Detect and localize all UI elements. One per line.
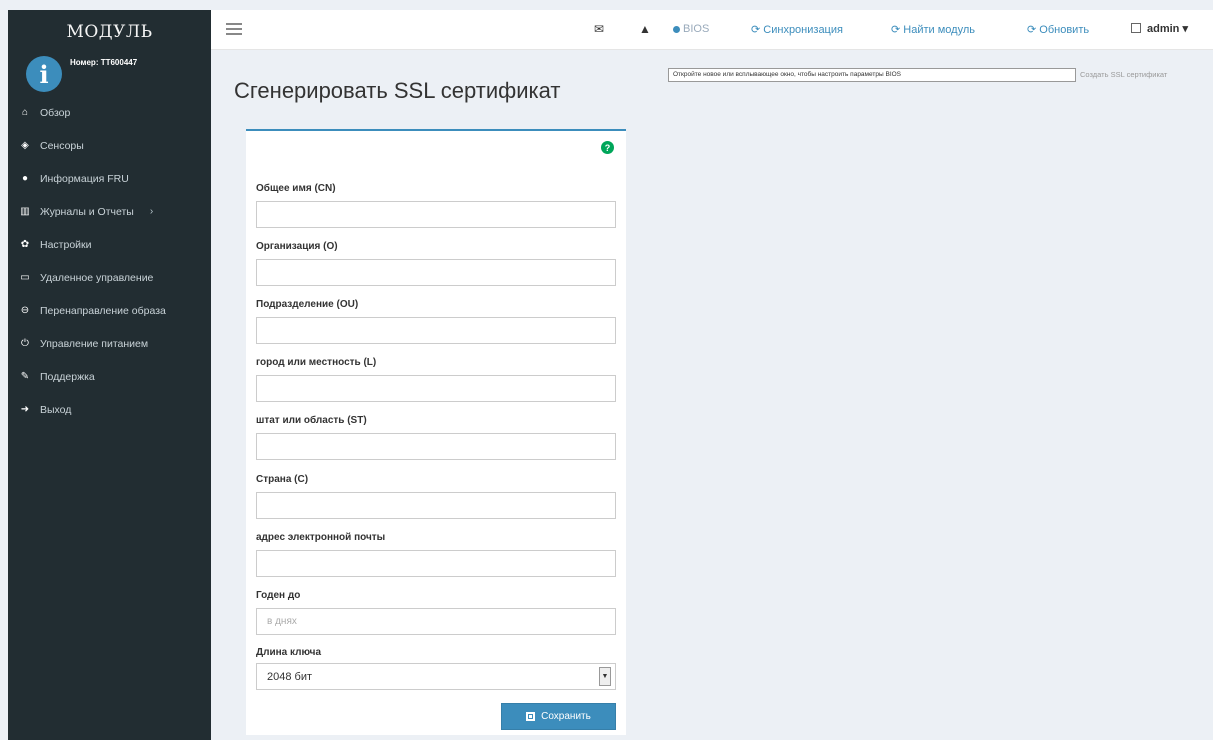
sensors-icon: ◈ [21, 140, 29, 151]
user-menu[interactable]: admin ▾ [1131, 22, 1188, 35]
organization-input[interactable] [256, 259, 616, 286]
country-input[interactable] [256, 492, 616, 519]
top-navbar: ✉ ▲ BIOS ⟳ Синхронизация ⟳ Найти модуль … [211, 10, 1213, 50]
org-unit-label: Подразделение (OU) [256, 299, 359, 310]
info-icon: ● [21, 173, 29, 184]
breadcrumb: Создать SSL сертификат [1080, 70, 1168, 79]
sidebar-item-label: Обзор [40, 106, 71, 119]
logout-icon: ➜ [20, 404, 30, 415]
menu-toggle-icon[interactable] [226, 23, 242, 35]
refresh-icon: ⟳ [891, 24, 901, 36]
valid-until-label: Годен до [256, 590, 301, 601]
sidebar-item-logout[interactable]: ➜ Выход [8, 393, 211, 426]
sidebar-item-sensors[interactable]: ◈ Сенсоры [8, 129, 211, 162]
sync-link[interactable]: ⟳ Синхронизация [751, 23, 843, 36]
locality-label: город или местность (L) [256, 357, 377, 368]
key-length-label: Длина ключа [256, 647, 322, 658]
sidebar-item-fru-info[interactable]: ● Информация FRU [8, 162, 211, 195]
envelope-icon[interactable]: ✉ [594, 22, 604, 36]
page-title: Сгенерировать SSL сертификат [234, 78, 561, 103]
chevron-down-icon[interactable]: ▼ [599, 667, 611, 686]
help-icon[interactable]: ? [601, 141, 614, 154]
find-module-label: Найти модуль [903, 24, 975, 36]
warning-icon[interactable]: ▲ [639, 22, 651, 36]
refresh-link[interactable]: ⟳ Обновить [1027, 23, 1089, 36]
sidebar-item-label: Удаленное управление [40, 271, 154, 284]
save-label: Сохранить [541, 711, 591, 722]
sidebar-item-label: Перенаправление образа [40, 304, 166, 317]
wrench-icon: ✎ [20, 371, 30, 382]
state-input[interactable] [256, 433, 616, 460]
email-label: адрес электронной почты [256, 532, 386, 543]
brand-logo[interactable]: МОДУЛЬ [8, 10, 211, 54]
sync-label: Синхронизация [763, 24, 843, 36]
disk-icon: ⊖ [20, 305, 30, 316]
email-field[interactable] [256, 550, 616, 577]
sidebar-item-settings[interactable]: ✿ Настройки [8, 228, 211, 261]
sidebar-item-label: Информация FRU [40, 172, 129, 185]
sidebar-item-label: Журналы и Отчеты [40, 205, 134, 218]
sidebar-item-power-control[interactable]: ⏻ Управление питанием [8, 327, 211, 360]
sidebar-item-label: Управление питанием [40, 337, 149, 350]
home-icon: ⌂ [21, 107, 29, 118]
sidebar-item-label: Сенсоры [40, 139, 84, 152]
sidebar-item-remote-control[interactable]: ▭ Удаленное управление [8, 261, 211, 294]
device-number: Номер: TT600447 [70, 58, 138, 67]
chevron-right-icon: › [149, 206, 154, 217]
monitor-icon: ▭ [20, 272, 30, 283]
valid-until-input[interactable] [256, 608, 616, 635]
country-label: Страна (C) [256, 474, 309, 485]
bios-tooltip: Откройте новое или всплывающее окно, что… [668, 68, 1076, 82]
common-name-label: Общее имя (CN) [256, 183, 336, 194]
sidebar-item-label: Настройки [40, 238, 92, 251]
save-button[interactable]: Сохранить [501, 703, 616, 730]
bios-link[interactable]: BIOS [673, 23, 709, 35]
bios-label: BIOS [683, 23, 710, 35]
chart-icon: ▥ [20, 206, 30, 217]
sidebar-item-logs-reports[interactable]: ▥ Журналы и Отчеты › [8, 195, 211, 228]
user-icon [1131, 23, 1141, 33]
save-icon [526, 712, 536, 721]
sync-icon: ⟳ [751, 24, 761, 36]
refresh-label: Обновить [1039, 24, 1090, 36]
sidebar-item-label: Выход [40, 403, 72, 416]
organization-label: Организация (O) [256, 241, 338, 252]
org-unit-input[interactable] [256, 317, 616, 344]
common-name-input[interactable] [256, 201, 616, 228]
sidebar: МОДУЛЬ i Номер: TT600447 ⌂ Обзор ◈ Сенсо… [8, 10, 211, 740]
power-icon: ⏻ [21, 338, 29, 349]
locality-input[interactable] [256, 375, 616, 402]
sidebar-item-support[interactable]: ✎ Поддержка [8, 360, 211, 393]
key-length-select[interactable]: 2048 бит ▼ [256, 663, 616, 690]
sidebar-item-label: Поддержка [40, 370, 95, 383]
find-module-link[interactable]: ⟳ Найти модуль [891, 23, 975, 36]
key-length-value: 2048 бит [267, 671, 313, 683]
refresh-icon: ⟳ [1027, 24, 1037, 36]
sidebar-menu: ⌂ Обзор ◈ Сенсоры ● Информация FRU ▥ Жур… [8, 96, 211, 426]
user-panel: i Номер: TT600447 [8, 54, 211, 96]
info-icon: i [26, 56, 62, 92]
sidebar-item-overview[interactable]: ⌂ Обзор [8, 96, 211, 129]
sidebar-item-image-redirection[interactable]: ⊖ Перенаправление образа [8, 294, 211, 327]
user-name: admin ▾ [1147, 23, 1188, 35]
state-label: штат или область (ST) [256, 415, 367, 426]
gear-icon: ✿ [20, 239, 30, 250]
bios-status-icon [673, 25, 680, 33]
ssl-form-panel: ? Общее имя (CN) Организация (O) Подразд… [246, 129, 626, 735]
